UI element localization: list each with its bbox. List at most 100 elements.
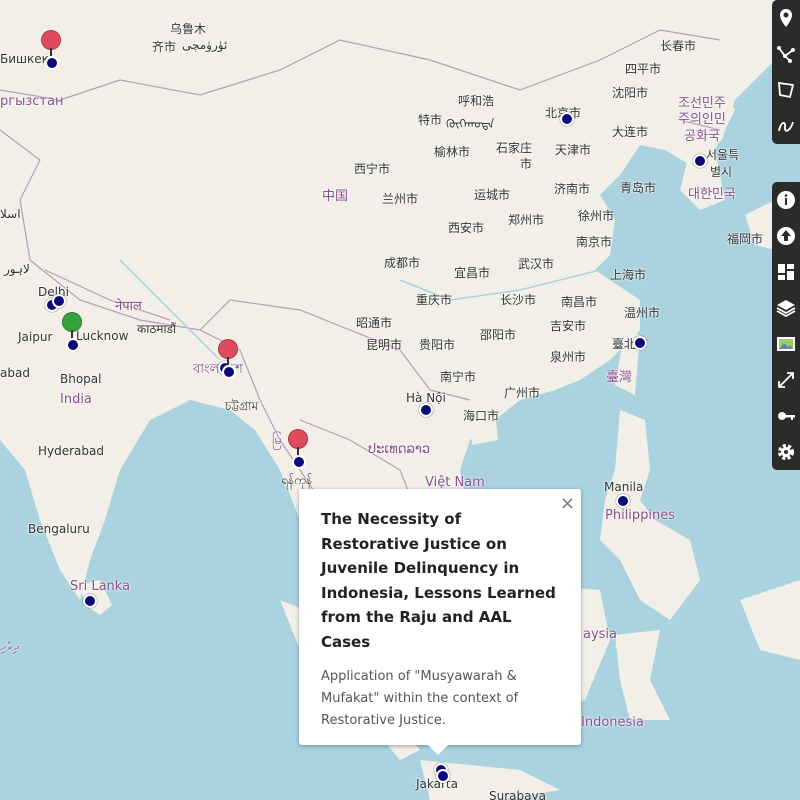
polyline-icon[interactable]	[772, 36, 800, 72]
dashboard-icon[interactable]	[772, 254, 800, 290]
pin-head	[288, 429, 308, 449]
image-icon[interactable]	[772, 326, 800, 362]
city-label: 徐州市	[578, 209, 615, 223]
pin-head	[218, 339, 238, 359]
popup-description: Application of "Musyawarah & Mufakat" wi…	[321, 669, 519, 728]
city-label: 海口市	[463, 409, 500, 423]
city-label: ရန်ကုန်	[281, 473, 313, 487]
close-icon[interactable]: ×	[560, 493, 575, 514]
popup-tip	[428, 745, 448, 755]
country-label: Việt Nam	[425, 475, 485, 490]
pin-head	[62, 312, 82, 332]
country-label: Philippines	[605, 508, 676, 523]
city-label: 泉州市	[550, 350, 587, 364]
city-label: ئۈرۈمچى	[182, 38, 228, 52]
red-pin-marker[interactable]	[41, 30, 61, 70]
draw-toolbar	[772, 0, 800, 144]
country-label: 中国	[322, 189, 349, 204]
map-marker[interactable]	[419, 403, 433, 417]
city-label: 兰州市	[382, 192, 419, 206]
city-label: 南宁市	[440, 370, 477, 384]
map-marker[interactable]	[693, 154, 707, 168]
city-label: 济南市	[554, 182, 591, 196]
city-label: Hyderabad	[38, 444, 104, 458]
country-label: Sri Lanka	[70, 579, 131, 594]
popup-title: The Necessity of Restorative Justice on …	[321, 510, 556, 651]
city-label: 南京市	[576, 235, 613, 249]
city-label: 吉安市	[550, 319, 587, 333]
city-label: ᠬᠥᠬᠡᠬᠣᠲᠠ	[446, 117, 495, 131]
city-label: 天津市	[555, 143, 592, 157]
city-label: চট্টগ্রাম	[225, 399, 259, 413]
city-label: 南昌市	[561, 295, 598, 309]
city-label: काठमाडौं	[137, 322, 177, 336]
city-label: 별시	[710, 165, 733, 179]
city-label: Bengaluru	[28, 522, 90, 536]
city-label: Manila	[604, 480, 644, 494]
country-label: aysia	[583, 627, 618, 642]
city-label: 重庆市	[416, 293, 453, 307]
city-label: 贵阳市	[419, 338, 456, 352]
city-label: 特市	[418, 113, 443, 127]
map-marker[interactable]	[616, 494, 630, 508]
city-label: 宜昌市	[454, 266, 491, 280]
country-label: ргызстан	[0, 94, 64, 109]
map-popup: × The Necessity of Restorative Justice o…	[299, 489, 581, 755]
country-label: नेपाल	[115, 299, 142, 314]
city-label: 邵阳市	[480, 328, 517, 342]
city-label: Lucknow	[76, 329, 129, 343]
city-label: 沈阳市	[612, 86, 649, 100]
freehand-icon[interactable]	[772, 108, 800, 144]
city-label: 榆林市	[434, 145, 471, 159]
red-pin-marker[interactable]	[288, 429, 308, 469]
city-label: 郑州市	[508, 213, 545, 227]
city-label: 齐市	[152, 40, 177, 54]
city-label: 成都市	[384, 256, 421, 270]
map-marker[interactable]	[52, 294, 66, 308]
country-label: India	[60, 392, 92, 407]
city-label: 石家庄	[496, 141, 533, 155]
country-label: 대한민국	[688, 187, 736, 202]
info-icon[interactable]	[772, 182, 800, 218]
marker-icon[interactable]	[772, 0, 800, 36]
city-label: 广州市	[504, 386, 541, 400]
city-label: 青岛市	[620, 181, 657, 195]
city-label: Surabaya	[489, 789, 546, 800]
pin-head	[41, 30, 61, 50]
green-pin-marker[interactable]	[62, 312, 82, 352]
polygon-icon[interactable]	[772, 72, 800, 108]
city-label: 서울특	[706, 148, 740, 162]
country-label: မြ	[272, 433, 282, 448]
resize-icon[interactable]	[772, 362, 800, 398]
action-toolbar	[772, 182, 800, 470]
country-label: Indonesia	[581, 715, 644, 730]
map-view[interactable]: Бишкек ргызстан 乌鲁木 齐市 ئۈرۈمچى 长春市 四平市 沈…	[0, 0, 800, 800]
country-label: ປະເທດລາວ	[368, 442, 431, 457]
map-marker[interactable]	[633, 336, 647, 350]
upload-icon[interactable]	[772, 218, 800, 254]
city-label: لاہور	[4, 262, 30, 276]
key-icon[interactable]	[772, 398, 800, 434]
city-label: 运城市	[474, 188, 511, 202]
city-label: 温州市	[624, 306, 661, 320]
city-label: Jaipur	[18, 330, 53, 344]
city-label: 市	[520, 157, 533, 171]
map-marker[interactable]	[83, 594, 97, 608]
map-marker[interactable]	[560, 112, 574, 126]
country-label: ދިވެހި	[0, 640, 19, 655]
city-label: 上海市	[610, 268, 647, 282]
red-pin-marker[interactable]	[218, 339, 238, 379]
city-label: abad	[0, 366, 30, 380]
city-label: 长春市	[660, 39, 697, 53]
city-label: 长沙市	[500, 293, 537, 307]
city-label: 西宁市	[354, 162, 391, 176]
city-label: اسلا	[0, 207, 21, 221]
city-label: 呼和浩	[458, 94, 495, 108]
settings-icon[interactable]	[772, 434, 800, 470]
layers-icon[interactable]	[772, 290, 800, 326]
map-marker[interactable]	[436, 769, 450, 783]
city-label: 福岡市	[727, 232, 764, 246]
city-label: Bhopal	[60, 372, 102, 386]
city-label: 大连市	[612, 125, 649, 139]
city-label: 昆明市	[366, 338, 403, 352]
